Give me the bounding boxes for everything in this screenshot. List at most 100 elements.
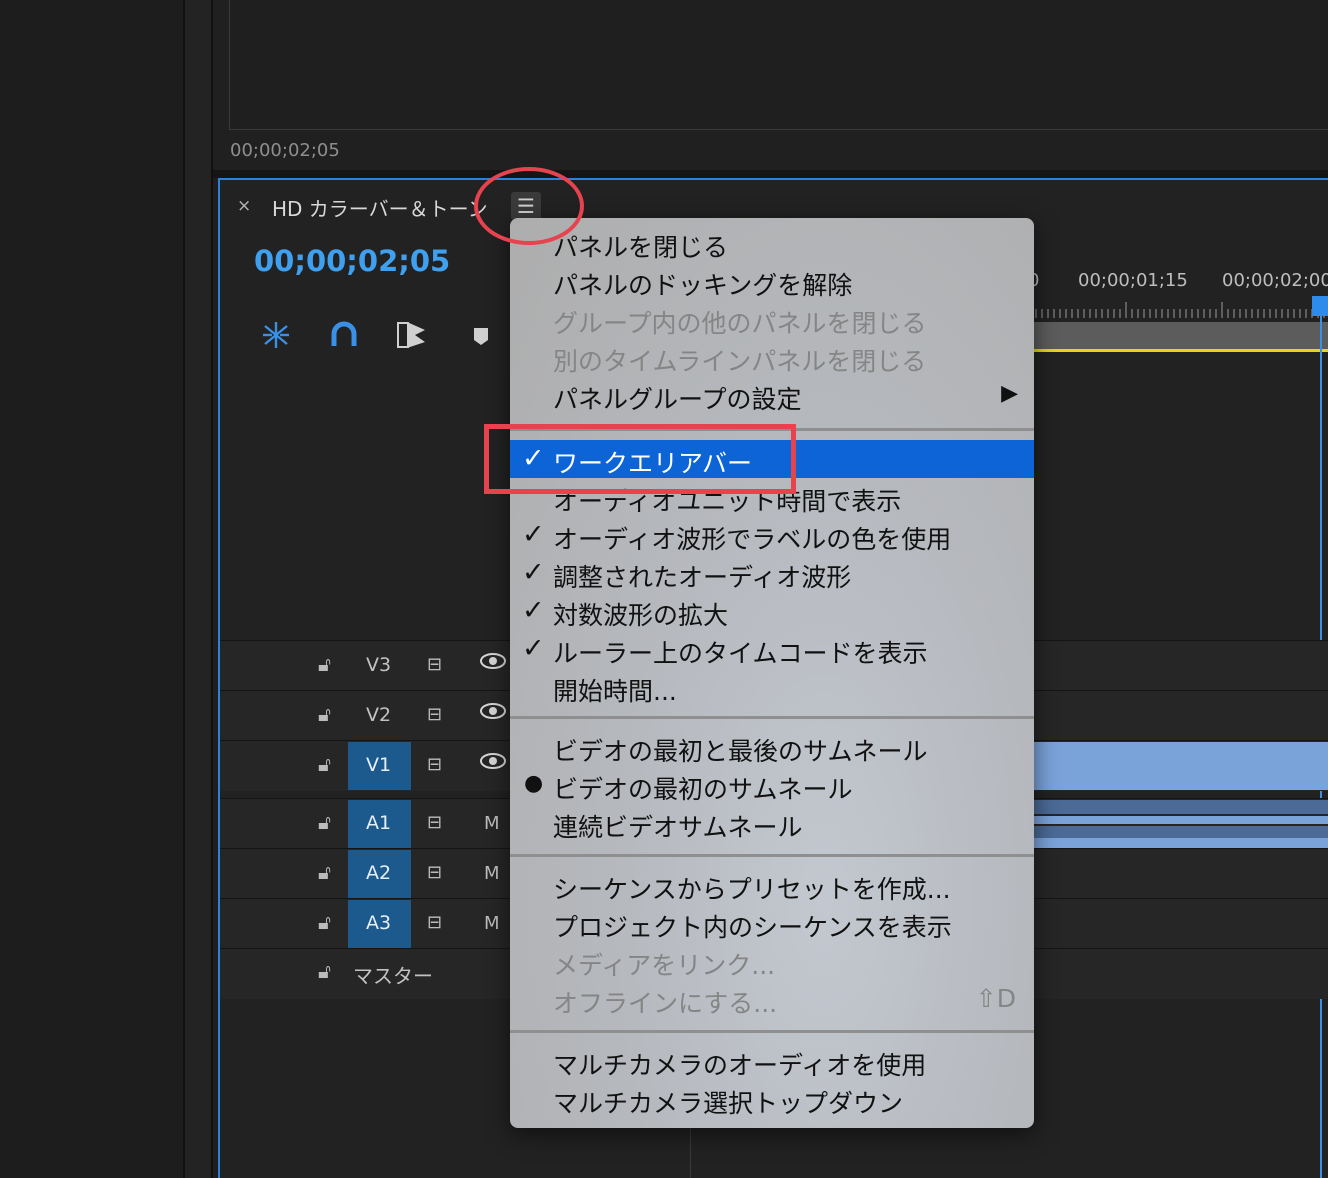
menu-item-label: 連続ビデオサムネール [553,813,803,842]
panel-context-menu: パネルを閉じるパネルのドッキングを解除グループ内の他のパネルを閉じる 別のタイムラ… [510,218,1034,1128]
lock-icon[interactable]: 🔓︎ [318,810,331,834]
menu-item-label: プロジェクト内のシーケンスを表示 [553,913,952,942]
sequence-tab-title[interactable]: HD カラーバー＆トーン [272,193,488,222]
master-track-label: マスター [353,964,433,988]
menu-item[interactable]: ● ビデオの最初のサムネール [510,766,1034,804]
sync-lock-icon[interactable]: ⊟ [427,754,442,775]
menu-item-label: パネルを閉じる [553,233,729,262]
track-name[interactable]: A1 [366,812,391,834]
current-timecode[interactable]: 00;00;02;05 [254,244,450,278]
menu-item-label: パネルグループの設定 [553,385,802,414]
audio-clip[interactable] [1034,838,1328,848]
time-ruler[interactable] [1034,302,1328,318]
menu-item[interactable]: ✓ 対数波形の拡大 [510,592,1034,630]
magnet-icon[interactable] [327,318,361,352]
annotation-circle [474,167,584,245]
annotation-rectangle [484,424,796,494]
menu-item-label: 調整されたオーディオ波形 [553,563,852,592]
menu-item-label: グループ内の他のパネルを閉じる [553,309,927,338]
checkmark-icon: ✓ [522,633,545,664]
menu-item: メディアをリンク... [510,942,1034,980]
menu-item-label: マルチカメラ選択トップダウン [553,1089,904,1118]
audio-clip[interactable] [1034,816,1328,824]
track-name[interactable]: V3 [366,654,391,676]
menu-item[interactable]: プロジェクト内のシーケンスを表示 [510,904,1034,942]
video-clip[interactable] [1034,742,1328,790]
submenu-arrow-icon: ▶ [1001,381,1018,406]
eye-icon[interactable] [480,751,506,777]
eye-icon[interactable] [480,651,506,677]
menu-item-label: シーケンスからプリセットを作成... [553,875,951,904]
menu-item[interactable]: シーケンスからプリセットを作成... [510,866,1034,904]
menu-item[interactable]: 連続ビデオサムネール [510,804,1034,842]
menu-item[interactable]: ビデオの最初と最後のサムネール [510,728,1034,766]
menu-item[interactable]: パネルを閉じる [510,224,1034,262]
work-area-range[interactable] [1034,349,1328,352]
menu-item[interactable]: 開始時間... [510,668,1034,706]
mute-button[interactable]: M [484,863,500,884]
lock-icon[interactable]: 🔓︎ [318,910,331,934]
audio-clip[interactable] [1034,826,1328,838]
audio-clip[interactable] [1034,800,1328,814]
menu-item: オフラインにする... ⇧D [510,980,1034,1018]
menu-item-label: メディアをリンク... [553,951,776,980]
menu-item: グループ内の他のパネルを閉じる [510,300,1034,338]
menu-item-label: ビデオの最初のサムネール [553,775,853,804]
lock-icon[interactable]: 🔓︎ [318,752,331,776]
work-area-bar[interactable] [1034,322,1328,350]
menu-item-label: パネルのドッキングを解除 [553,271,853,300]
menu-item[interactable]: パネルグループの設定 ▶ [510,376,1034,414]
menu-item-label: ビデオの最初と最後のサムネール [553,737,928,766]
checkmark-icon: ✓ [522,519,545,550]
menu-item-label: 別のタイムラインパネルを閉じる [553,347,927,376]
menu-item-label: オフラインにする... [553,989,778,1018]
sync-lock-icon[interactable]: ⊟ [427,654,442,675]
menu-item[interactable]: マルチカメラのオーディオを使用 [510,1042,1034,1080]
sync-lock-icon[interactable]: ⊟ [427,812,442,833]
menu-separator [510,716,1034,719]
menu-shortcut: ⇧D [975,984,1016,1013]
eye-icon[interactable] [480,701,506,727]
track-name[interactable]: A3 [366,912,391,934]
checkmark-icon: ✓ [522,557,545,588]
sync-lock-icon[interactable]: ⊟ [427,862,442,883]
left-panel [0,0,183,1178]
sync-lock-icon[interactable]: ⊟ [427,704,442,725]
menu-item[interactable]: パネルのドッキングを解除 [510,262,1034,300]
lock-icon[interactable]: 🔓︎ [318,702,331,726]
menu-item[interactable]: ✓ 調整されたオーディオ波形 [510,554,1034,592]
menu-separator [510,1030,1034,1033]
menu-item-label: ルーラー上のタイムコードを表示 [553,639,928,668]
ruler-label: 00;00;01;15 [1078,270,1188,291]
lock-icon[interactable]: 🔓︎ [318,959,331,983]
menu-item-label: 開始時間... [553,677,677,706]
mute-button[interactable]: M [484,913,500,934]
linked-selection-icon[interactable] [395,318,429,352]
menu-item-label: 対数波形の拡大 [553,601,729,630]
menu-item[interactable]: ✓ ルーラー上のタイムコードを表示 [510,630,1034,668]
menu-item[interactable]: ✓ オーディオ波形でラベルの色を使用 [510,516,1034,554]
monitor-video-frame [229,0,1328,130]
menu-separator [510,854,1034,857]
playhead-handle[interactable] [1312,296,1328,316]
track-name[interactable]: V2 [366,704,391,726]
mute-button[interactable]: M [484,813,500,834]
menu-item: 別のタイムラインパネルを閉じる [510,338,1034,376]
sync-lock-icon[interactable]: ⊟ [427,912,442,933]
menu-item[interactable]: マルチカメラ選択トップダウン [510,1080,1034,1118]
panel-divider[interactable] [213,170,1328,178]
ruler-label: 00;00;02;00 [1222,270,1328,291]
checkmark-icon: ✓ [522,595,545,626]
radio-dot-icon: ● [524,771,544,796]
track-name[interactable]: V1 [366,754,391,776]
add-marker-icon[interactable] [466,318,500,352]
left-panel-strip [185,0,211,1178]
lock-icon[interactable]: 🔓︎ [318,652,331,676]
lock-icon[interactable]: 🔓︎ [318,860,331,884]
menu-item-label: マルチカメラのオーディオを使用 [553,1051,927,1080]
menu-item-label: オーディオ波形でラベルの色を使用 [553,525,952,554]
track-name[interactable]: A2 [366,862,391,884]
close-icon[interactable]: × [237,196,251,216]
monitor-timecode: 00;00;02;05 [230,140,340,161]
nest-snap-icon[interactable] [259,318,293,352]
